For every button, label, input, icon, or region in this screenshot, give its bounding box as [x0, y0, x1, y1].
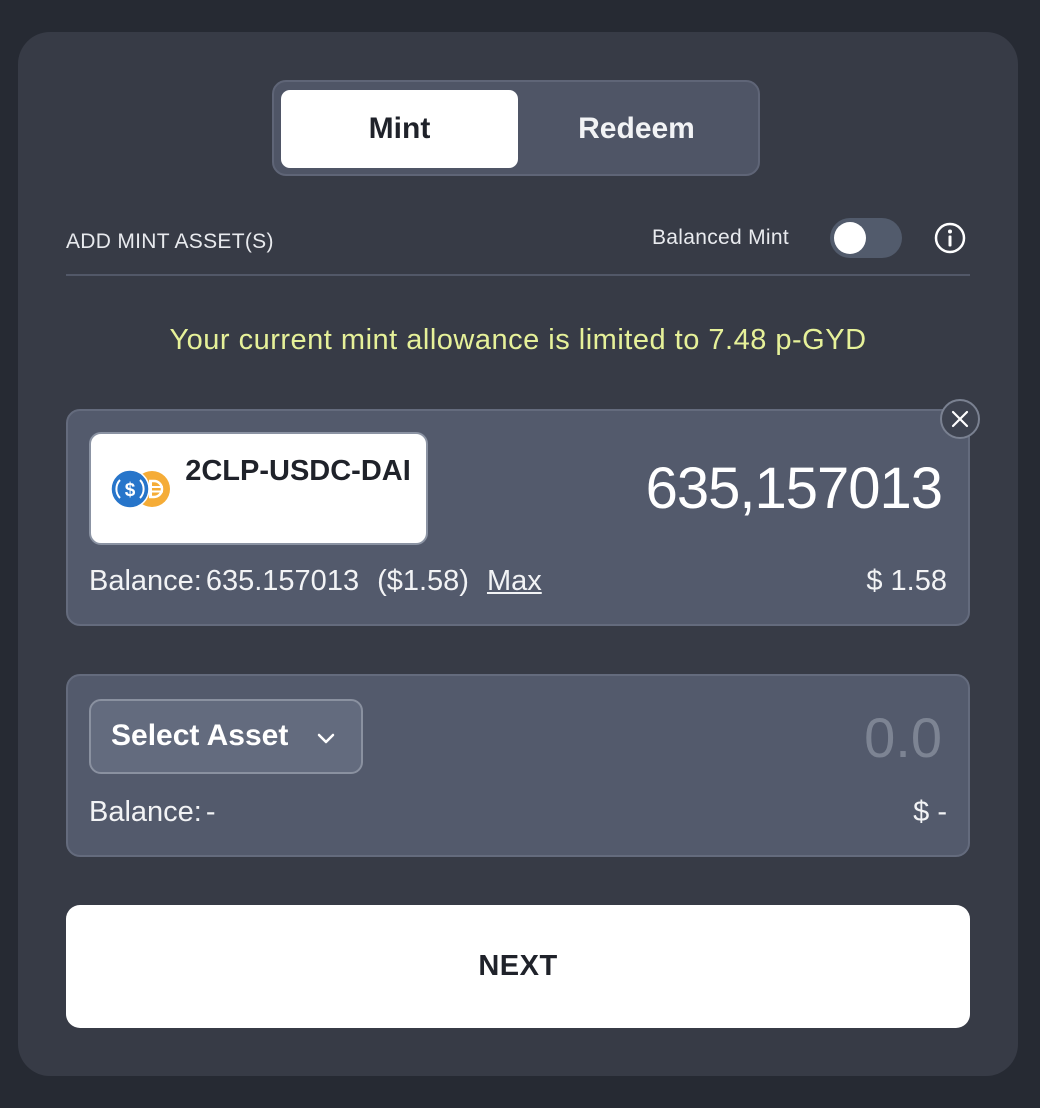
remove-asset-button[interactable] [940, 399, 980, 439]
amount-input[interactable]: 635,157013 [646, 455, 943, 522]
svg-text:$: $ [125, 480, 136, 501]
add-assets-label: ADD MINT ASSET(S) [66, 230, 274, 253]
token-selector[interactable]: $ 2CLP-USDC-DAI [89, 432, 428, 545]
close-icon [951, 410, 969, 428]
tab-mint[interactable]: Mint [281, 90, 518, 168]
balance-value: 635.157013 [205, 565, 360, 597]
allowance-message: Your current mint allowance is limited t… [169, 324, 867, 356]
balance-usd: ($1.58) [377, 565, 469, 597]
amount-input[interactable] [642, 702, 942, 772]
balanced-mint-toggle[interactable] [830, 218, 902, 258]
balance-label: Balance: [89, 565, 202, 597]
balanced-mint-label: Balanced Mint [652, 226, 789, 249]
select-asset-dropdown[interactable]: Select Asset [89, 699, 363, 774]
next-button[interactable]: NEXT [66, 905, 970, 1028]
asset-row-2: Select Asset Balance:- $ - [66, 674, 970, 857]
select-asset-label: Select Asset [111, 719, 289, 752]
usd-value: $ 1.58 [866, 565, 947, 597]
balance-line: Balance: - [89, 796, 216, 829]
usdc-icon: $ [110, 469, 150, 509]
balance-value: - [205, 796, 216, 828]
balance-line: Balance: 635.157013 ($1.58) Max [89, 565, 542, 598]
usd-value: $ - [913, 796, 947, 828]
info-icon[interactable] [934, 222, 966, 254]
max-button[interactable]: Max [487, 565, 542, 597]
token-name: 2CLP-USDC-DAI [185, 455, 411, 487]
token-pair-icon: $ [110, 469, 170, 509]
mint-redeem-switch: Mint Redeem [272, 80, 760, 176]
mint-card: Mint Redeem ADD MINT ASSET(S) Balanced M… [18, 32, 1018, 1076]
add-assets-header: ADD MINT ASSET(S) Balanced Mint [66, 218, 970, 276]
chevron-down-icon [317, 733, 335, 744]
tab-redeem[interactable]: Redeem [518, 90, 755, 168]
toggle-knob [834, 222, 866, 254]
asset-row-1: $ 2CLP-USDC-DAI 635,157013 Balance: 635.1… [66, 409, 970, 626]
balance-label: Balance: [89, 796, 202, 828]
